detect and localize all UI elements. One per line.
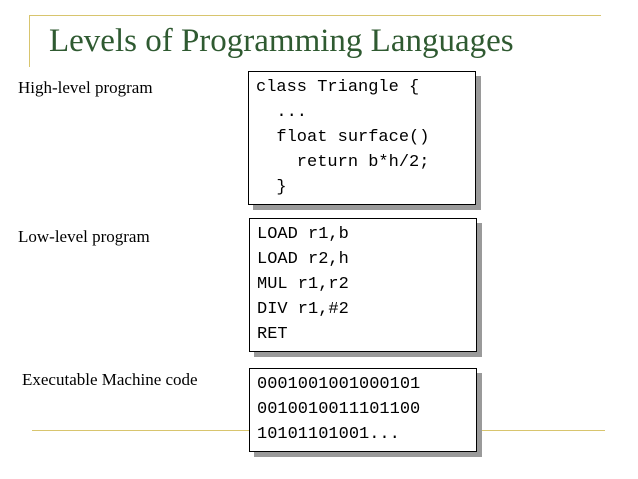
low-level-code-box: LOAD r1,b LOAD r2,h MUL r1,r2 DIV r1,#2 … (249, 218, 477, 352)
code-line: 0001001001000101 (257, 375, 421, 394)
code-line: ... (256, 103, 308, 122)
code-line: DIV r1,#2 (257, 300, 349, 319)
high-level-label: High-level program (18, 78, 153, 97)
top-divider (29, 15, 601, 16)
code-line: 0010010011101100 (257, 400, 421, 419)
code-line: RET (257, 325, 288, 344)
code-line: MUL r1,r2 (257, 275, 349, 294)
code-line: class Triangle { (256, 78, 420, 97)
high-level-code-box: class Triangle { ... float surface() ret… (248, 71, 476, 205)
slide-title: Levels of Programming Languages (49, 23, 514, 59)
code-line: } (256, 178, 287, 197)
machine-code-label: Executable Machine code (22, 370, 198, 389)
code-line: float surface() (256, 128, 430, 147)
code-line: 10101101001... (257, 425, 400, 444)
left-divider (29, 15, 30, 67)
code-line: LOAD r1,b (257, 225, 349, 244)
low-level-label: Low-level program (18, 227, 150, 246)
code-line: return b*h/2; (256, 153, 430, 172)
machine-code-box: 0001001001000101 0010010011101100 101011… (249, 368, 477, 452)
code-line: LOAD r2,h (257, 250, 349, 269)
